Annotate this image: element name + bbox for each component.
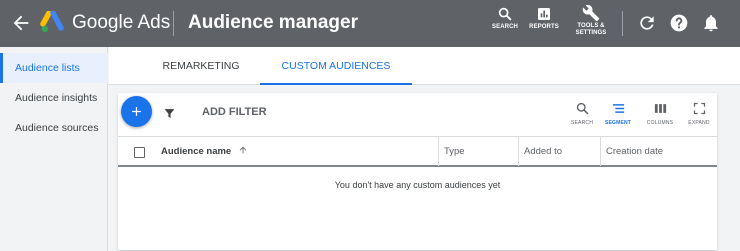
header-divider-right — [622, 11, 623, 36]
tab-bar: REMARKETING CUSTOM AUDIENCES — [109, 47, 740, 85]
column-header-audience-name[interactable]: Audience name — [161, 137, 248, 166]
app-header: Google Ads Audience manager SEARCH REPOR… — [0, 0, 740, 47]
column-divider — [518, 137, 519, 166]
tools-settings-label-line2: SETTINGS — [575, 30, 607, 36]
reports-label: REPORTS — [529, 24, 559, 30]
columns-button[interactable]: COLUMNS — [644, 101, 676, 126]
header-reports-button[interactable]: REPORTS — [528, 6, 560, 31]
table-search-label: SEARCH — [570, 120, 594, 126]
select-all-checkbox[interactable] — [134, 147, 145, 158]
tab-remarketing[interactable]: REMARKETING — [141, 47, 261, 85]
sidebar-item-audience-lists[interactable]: Audience lists — [0, 53, 108, 83]
segment-button[interactable]: SEGMENT — [602, 101, 634, 126]
expand-icon — [693, 102, 705, 115]
search-icon — [576, 102, 588, 115]
sidebar-item-audience-sources[interactable]: Audience sources — [0, 113, 108, 143]
expand-button[interactable]: EXPAND — [684, 101, 714, 126]
segment-icon — [612, 104, 624, 113]
plus-icon — [132, 107, 141, 116]
sidebar: Audience lists Audience insights Audienc… — [0, 47, 108, 251]
table-search-button[interactable]: SEARCH — [568, 101, 596, 126]
header-divider — [173, 11, 174, 36]
sidebar-item-audience-insights[interactable]: Audience insights — [0, 83, 108, 113]
brand-name: Google Ads — [72, 12, 171, 33]
empty-state-message: You don't have any custom audiences yet — [334, 180, 501, 190]
columns-icon — [654, 104, 666, 113]
column-divider — [438, 137, 439, 166]
header-search-button[interactable]: SEARCH — [491, 6, 519, 31]
table-header: Audience name Type Added to Creation dat… — [118, 136, 717, 167]
column-divider — [600, 137, 601, 166]
header-tools-settings-button[interactable]: TOOLS & SETTINGS — [574, 4, 608, 37]
add-audience-button[interactable] — [121, 96, 152, 127]
page-title: Audience manager — [188, 12, 358, 33]
column-header-creation-date[interactable]: Creation date — [606, 137, 663, 166]
expand-label: EXPAND — [688, 120, 710, 126]
segment-label: SEGMENT — [604, 120, 632, 126]
back-arrow-icon[interactable] — [10, 12, 32, 34]
columns-label: COLUMNS — [646, 120, 674, 126]
tools-settings-label-line1: TOOLS & — [577, 23, 605, 29]
google-ads-logo-icon — [40, 11, 64, 33]
filter-icon[interactable] — [163, 107, 176, 120]
refresh-icon[interactable] — [637, 13, 657, 33]
search-label: SEARCH — [492, 24, 518, 30]
wrench-icon — [582, 4, 600, 22]
search-icon — [498, 7, 512, 21]
sort-ascending-icon — [239, 147, 247, 154]
column-header-added-to[interactable]: Added to — [524, 137, 562, 166]
audience-name-header-label: Audience name — [161, 146, 232, 157]
main-content: REMARKETING CUSTOM AUDIENCES ADD FILTER … — [109, 47, 740, 251]
help-icon[interactable] — [669, 13, 689, 33]
add-filter-button[interactable]: ADD FILTER — [202, 106, 267, 118]
audience-table-card: ADD FILTER SEARCH SEGMENT COLUMNS EXPAND… — [118, 93, 717, 250]
tab-custom-audiences[interactable]: CUSTOM AUDIENCES — [260, 47, 412, 85]
notifications-bell-icon[interactable] — [701, 13, 721, 33]
reports-icon — [538, 8, 550, 20]
column-header-type[interactable]: Type — [444, 137, 465, 166]
